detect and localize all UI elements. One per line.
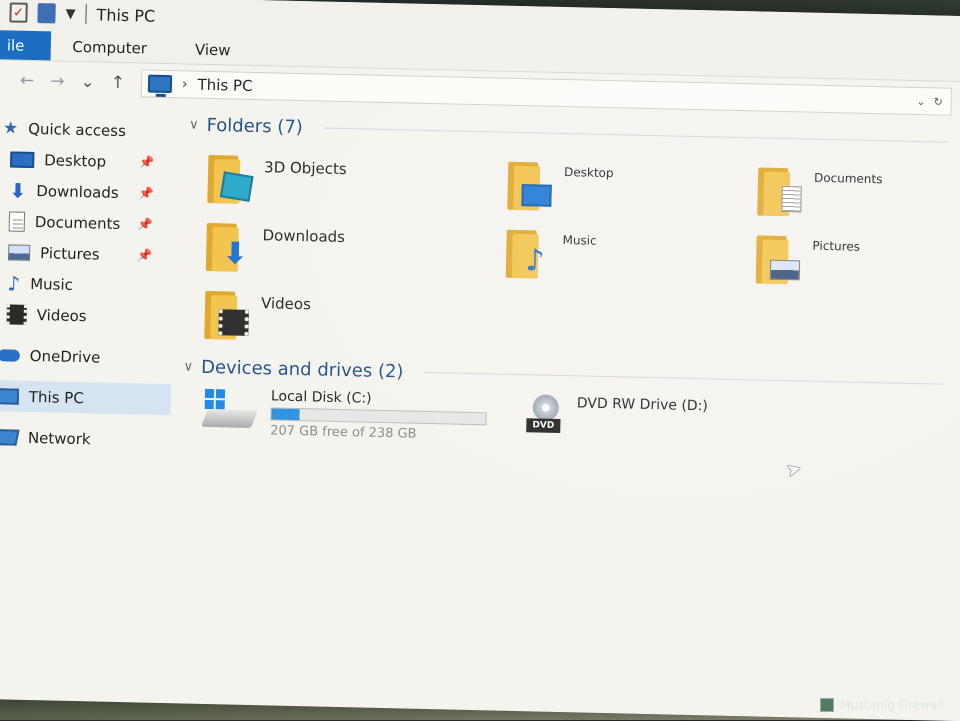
folder-desktop[interactable]: Desktop xyxy=(507,154,758,228)
chevron-down-icon[interactable]: ∨ xyxy=(189,117,199,132)
sidebar-item-label: Downloads xyxy=(36,182,119,202)
tab-computer[interactable]: Computer xyxy=(50,31,173,63)
folders-grid: 3D Objects Desktop Documents ⬇ Downloads… xyxy=(184,146,960,368)
group-title: Folders (7) xyxy=(206,114,303,137)
tab-view[interactable]: View xyxy=(173,34,257,65)
group-divider xyxy=(423,371,943,384)
star-icon: ★ xyxy=(3,118,19,138)
navigation-pane: ★ Quick access Desktop 📌 ⬇ Downloads 📌 D… xyxy=(0,100,178,684)
folder-downloads[interactable]: ⬇ Downloads xyxy=(206,215,507,290)
music-folder-icon: ♪ xyxy=(506,228,551,279)
pin-icon[interactable]: 📌 xyxy=(138,186,153,200)
sidebar-item-downloads[interactable]: ⬇ Downloads 📌 xyxy=(0,174,176,209)
cloud-icon xyxy=(0,349,20,361)
sidebar-item-pictures[interactable]: Pictures 📌 xyxy=(0,236,174,271)
usage-bar-fill xyxy=(271,408,299,420)
sidebar-item-music[interactable]: ♪ Music xyxy=(0,267,174,302)
pin-icon[interactable]: 📌 xyxy=(137,248,152,262)
sidebar-item-this-pc[interactable]: This PC xyxy=(0,380,171,415)
sidebar-item-documents[interactable]: Documents 📌 xyxy=(0,205,175,240)
pictures-folder-icon xyxy=(756,233,801,284)
desktop-folder-icon xyxy=(507,160,552,211)
recent-locations-icon[interactable]: ⌄ xyxy=(80,72,95,92)
firewall-icon[interactable] xyxy=(820,698,834,712)
drive-info: Local Disk (C:) 207 GB free of 238 GB xyxy=(270,388,487,443)
sidebar-item-videos[interactable]: Videos xyxy=(0,298,173,333)
windows-drive-icon xyxy=(202,387,257,432)
music-icon: ♪ xyxy=(7,271,20,295)
folder-label: Music xyxy=(562,229,597,248)
back-arrow-icon[interactable]: ← xyxy=(20,71,35,91)
sidebar-item-label: This PC xyxy=(29,387,84,406)
folder-music[interactable]: ♪ Music xyxy=(505,222,756,296)
group-divider xyxy=(323,127,949,142)
address-tools: ⌄ ↻ xyxy=(916,95,951,109)
folder-label: Downloads xyxy=(262,222,345,246)
window-title: This PC xyxy=(96,5,155,25)
quick-access-dropdown-icon[interactable]: ▼ xyxy=(65,6,75,21)
folder-label: 3D Objects xyxy=(264,154,347,178)
up-arrow-icon[interactable]: ↑ xyxy=(111,73,126,93)
chevron-down-icon[interactable]: ∨ xyxy=(183,359,193,374)
sidebar-item-network[interactable]: Network xyxy=(0,421,170,456)
dvd-drive-icon: DVD xyxy=(526,394,563,435)
new-folder-icon[interactable] xyxy=(37,3,55,23)
sidebar-item-label: Documents xyxy=(35,213,121,233)
videos-folder-icon xyxy=(204,289,249,340)
sidebar-item-label: Network xyxy=(28,428,91,447)
breadcrumb[interactable]: This PC xyxy=(197,76,252,95)
drive-local-disk[interactable]: Local Disk (C:) 207 GB free of 238 GB xyxy=(202,387,487,443)
sidebar-item-label: Music xyxy=(30,274,73,293)
drive-name: Local Disk (C:) xyxy=(271,388,487,409)
pin-icon[interactable]: 📌 xyxy=(139,155,154,169)
sidebar-item-label: Quick access xyxy=(28,119,126,139)
folder-label: Videos xyxy=(261,290,311,313)
taskbar-tray: Mustanig Firewall xyxy=(810,690,960,720)
desktop-icon xyxy=(10,151,34,168)
sidebar-item-quick-access[interactable]: ★ Quick access xyxy=(0,112,177,147)
network-icon xyxy=(0,429,20,445)
drive-info: DVD RW Drive (D:) xyxy=(577,395,708,414)
computer-icon xyxy=(0,388,19,404)
file-explorer-window: ✓ ▼ This PC ile Computer View ← → ⌄ ↑ › … xyxy=(0,0,960,721)
sidebar-item-label: OneDrive xyxy=(30,346,101,366)
computer-icon xyxy=(148,75,172,94)
properties-icon[interactable]: ✓ xyxy=(9,2,27,22)
group-title: Devices and drives (2) xyxy=(201,356,404,382)
pictures-icon xyxy=(8,244,30,260)
folder-videos[interactable]: Videos xyxy=(204,283,505,358)
folder-label: Desktop xyxy=(564,161,614,180)
folder-label: Pictures xyxy=(812,235,860,254)
sidebar-item-desktop[interactable]: Desktop 📌 xyxy=(0,143,177,178)
documents-icon xyxy=(9,211,25,231)
sidebar-item-label: Pictures xyxy=(40,244,100,263)
drive-dvd[interactable]: DVD DVD RW Drive (D:) xyxy=(526,394,708,448)
tray-text: Mustanig Firewall xyxy=(840,698,944,712)
download-icon: ⬇ xyxy=(9,178,26,202)
folder-3d-objects[interactable]: 3D Objects xyxy=(207,147,508,222)
sidebar-item-label: Videos xyxy=(37,306,87,325)
sidebar-item-label: Desktop xyxy=(44,151,106,170)
free-space-text: 207 GB free of 238 GB xyxy=(270,423,486,443)
videos-icon xyxy=(7,304,27,324)
refresh-icon[interactable]: ↻ xyxy=(933,95,943,108)
forward-arrow-icon[interactable]: → xyxy=(50,71,65,91)
downloads-folder-icon: ⬇ xyxy=(206,221,251,272)
folder-documents[interactable]: Documents xyxy=(757,159,960,232)
3d-objects-icon xyxy=(207,153,252,204)
usage-bar xyxy=(270,407,486,425)
documents-folder-icon xyxy=(757,165,802,216)
content-pane: ∨ Folders (7) 3D Objects Desktop Documen… xyxy=(164,104,960,702)
folder-label: Documents xyxy=(814,167,883,187)
tab-file[interactable]: ile xyxy=(0,30,51,60)
title-separator xyxy=(85,4,86,24)
pin-icon[interactable]: 📌 xyxy=(138,217,153,231)
breadcrumb-chevron-icon[interactable]: › xyxy=(182,76,188,92)
folder-pictures[interactable]: Pictures xyxy=(755,227,960,300)
explorer-body: ★ Quick access Desktop 📌 ⬇ Downloads 📌 D… xyxy=(0,100,960,702)
drive-name: DVD RW Drive (D:) xyxy=(577,395,708,414)
address-dropdown-icon[interactable]: ⌄ xyxy=(916,95,926,108)
sidebar-item-onedrive[interactable]: OneDrive xyxy=(0,339,172,374)
